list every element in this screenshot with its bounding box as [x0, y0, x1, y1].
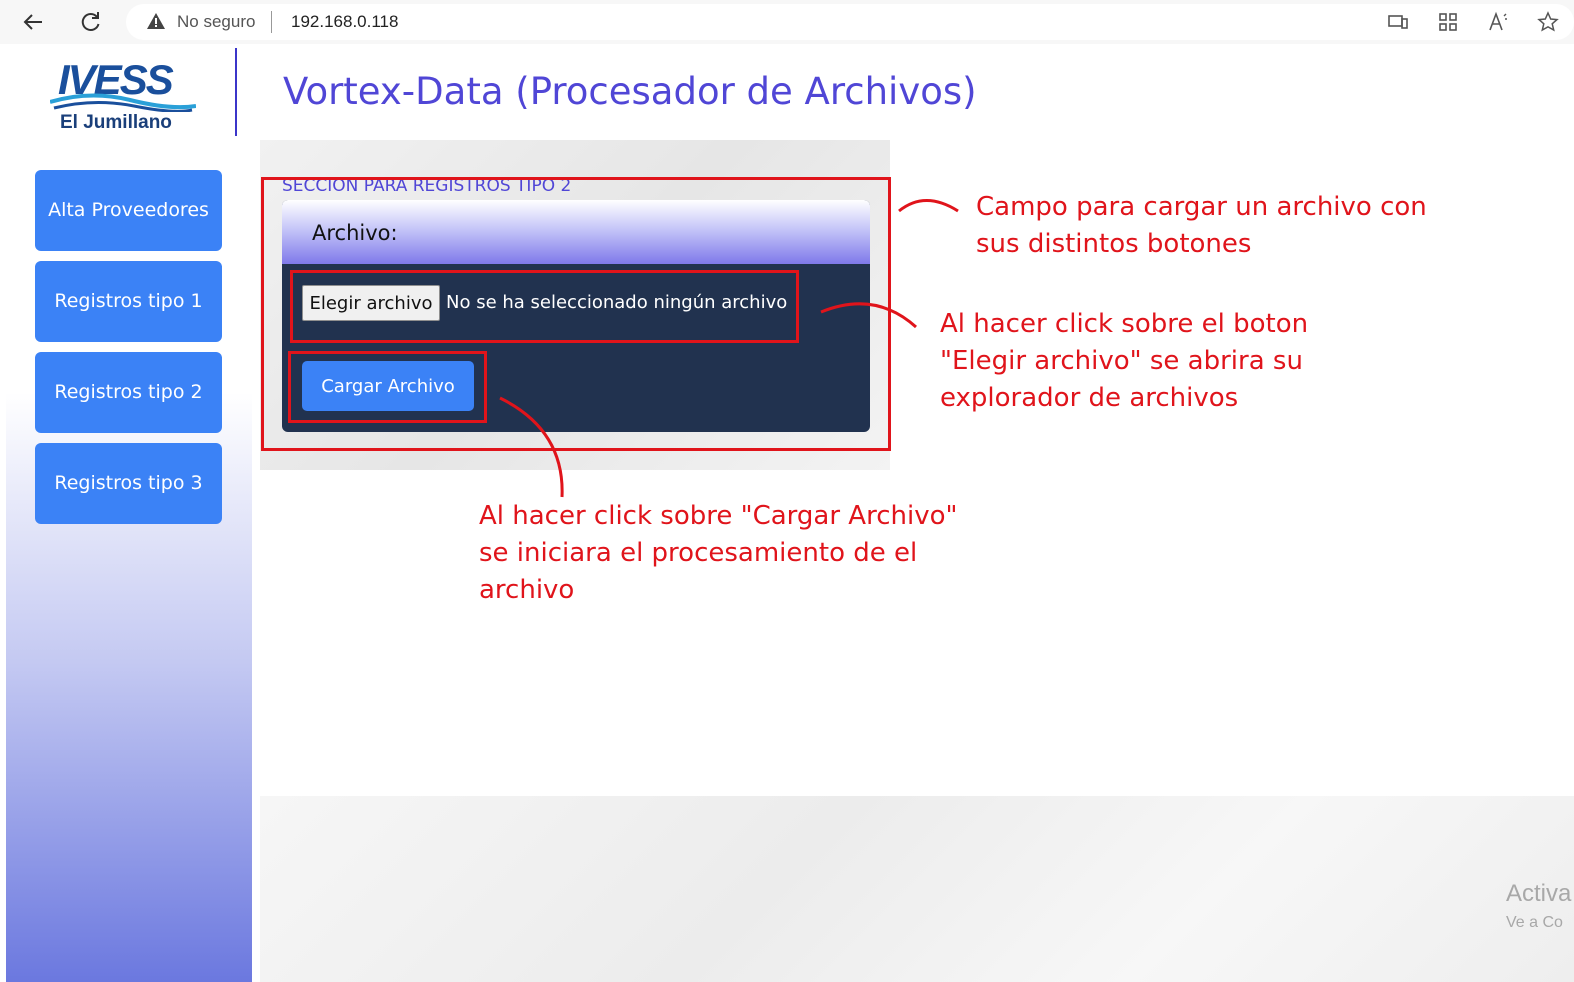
read-aloud-icon[interactable]: [1486, 10, 1510, 34]
activation-watermark-subtitle: Ve a Co: [1506, 914, 1563, 931]
sidebar-item-registros-tipo-1[interactable]: Registros tipo 1: [35, 261, 222, 342]
page-title: Vortex-Data (Procesador de Archivos): [283, 70, 977, 113]
annotation-box-upload: [288, 351, 487, 423]
ivess-logo: IVESS El Jumillano: [50, 56, 200, 136]
url-text[interactable]: 192.168.0.118: [291, 12, 398, 32]
annotation-line: Campo para cargar un archivo con: [976, 192, 1427, 222]
background-pattern: [260, 796, 1574, 982]
activation-watermark-title: Activa: [1506, 880, 1572, 907]
favorite-star-icon[interactable]: [1536, 10, 1560, 34]
annotation-line: sus distintos botones: [976, 229, 1252, 259]
header-divider: [235, 48, 237, 136]
annotation-upload-field: Campo para cargar un archivo con sus dis…: [976, 189, 1427, 263]
browser-toolbar: No seguro 192.168.0.118: [0, 0, 1574, 44]
annotation-line: "Elegir archivo" se abrira su: [940, 346, 1303, 376]
sidebar-item-alta-proveedores[interactable]: Alta Proveedores: [35, 170, 222, 251]
logo-subtitle: El Jumillano: [60, 112, 172, 133]
app-header: IVESS El Jumillano Vortex-Data (Procesad…: [6, 46, 1574, 140]
annotation-line: Al hacer click sobre "Cargar Archivo": [479, 501, 958, 531]
back-arrow-icon[interactable]: [20, 8, 48, 36]
annotation-line: Al hacer click sobre el boton: [940, 309, 1309, 339]
annotation-upload-button: Al hacer click sobre "Cargar Archivo" se…: [479, 498, 957, 609]
annotation-choose-file: Al hacer click sobre el boton "Elegir ar…: [940, 306, 1308, 417]
annotation-line: se iniciara el procesamiento de el: [479, 538, 918, 568]
device-icon[interactable]: [1386, 10, 1410, 34]
apps-grid-icon[interactable]: [1436, 10, 1460, 34]
annotation-box-file-input: [290, 270, 799, 343]
reload-icon[interactable]: [76, 8, 104, 36]
security-label[interactable]: No seguro: [177, 12, 255, 32]
annotation-line: explorador de archivos: [940, 383, 1239, 413]
address-divider: [271, 11, 272, 33]
sidebar-item-registros-tipo-2[interactable]: Registros tipo 2: [35, 352, 222, 433]
sidebar-item-registros-tipo-3[interactable]: Registros tipo 3: [35, 443, 222, 524]
annotation-line: archivo: [479, 575, 575, 605]
warning-icon[interactable]: [146, 11, 166, 31]
sidebar: Alta Proveedores Registros tipo 1 Regist…: [6, 140, 252, 982]
